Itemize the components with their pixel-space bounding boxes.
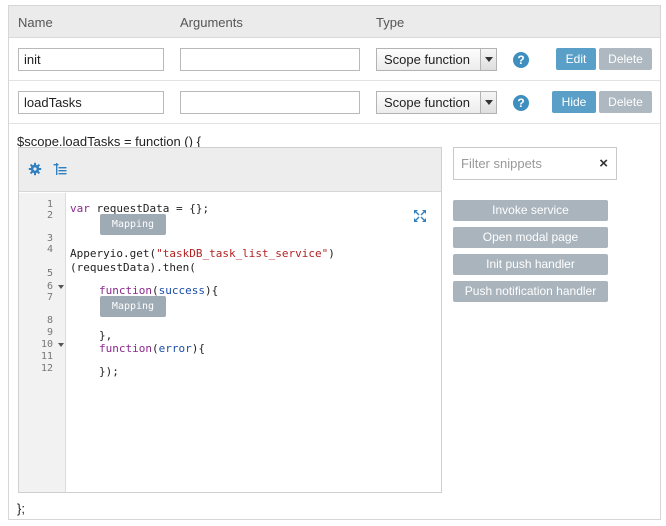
code-editor[interactable]: 1 2 3 4 5 6 7 8 9 10 11 12 var requestDa… [18, 147, 442, 493]
code-text: ( [151, 342, 159, 355]
function-arguments-input[interactable] [180, 48, 360, 71]
code-param: success [158, 284, 205, 297]
line-number: 4 [46, 244, 53, 255]
code-text: Apperyio.get( [70, 247, 157, 260]
line-number: 5 [46, 268, 53, 279]
line-number: 10 [40, 339, 53, 350]
function-type-select[interactable]: Scope function [376, 48, 497, 71]
code-line-10: function(error){ [99, 342, 205, 355]
code-text: ) [328, 247, 335, 260]
functions-panel: Name Arguments Type Scope function ? Edi… [8, 5, 661, 520]
hide-button[interactable]: Hide [552, 91, 596, 113]
code-keyword: function [99, 342, 152, 355]
code-param: error [158, 342, 192, 355]
function-type-select[interactable]: Scope function [376, 91, 497, 114]
delete-button[interactable]: Delete [599, 48, 652, 70]
function-arguments-input[interactable] [180, 91, 360, 114]
function-closing-brace: }; [17, 501, 25, 516]
line-number: 8 [46, 315, 53, 326]
help-icon[interactable]: ? [513, 52, 529, 68]
fold-arrow-icon[interactable] [58, 343, 64, 347]
delete-button[interactable]: Delete [599, 91, 652, 113]
line-number: 6 [46, 281, 53, 292]
line-number: 3 [46, 233, 53, 244]
mapping-button[interactable]: Mapping [100, 296, 166, 317]
function-row-init: Scope function ? Edit Delete [9, 39, 660, 81]
line-number: 9 [46, 327, 53, 338]
code-line-4-wrap: (requestData).then( [70, 261, 196, 274]
snippet-open-modal-page[interactable]: Open modal page [453, 227, 608, 248]
function-name-input[interactable] [18, 91, 164, 114]
header-type: Type [376, 15, 405, 30]
snippet-push-notification-handler[interactable]: Push notification handler [453, 281, 608, 302]
line-number: 11 [40, 351, 53, 362]
help-icon[interactable]: ? [513, 95, 529, 111]
expand-icon[interactable] [414, 210, 426, 222]
header-name: Name [18, 15, 53, 30]
line-number: 12 [40, 363, 53, 374]
code-text: ){ [204, 284, 219, 297]
function-name-input[interactable] [18, 48, 164, 71]
snippet-init-push-handler[interactable]: Init push handler [453, 254, 608, 275]
line-number: 2 [46, 210, 53, 221]
dropdown-arrow-icon [480, 49, 496, 70]
fold-arrow-icon[interactable] [58, 285, 64, 289]
snippet-invoke-service[interactable]: Invoke service [453, 200, 608, 221]
function-type-value: Scope function [384, 52, 471, 67]
filter-snippets-input[interactable] [455, 149, 590, 178]
clear-icon[interactable]: × [599, 155, 608, 172]
gear-icon[interactable] [28, 162, 42, 176]
function-type-value: Scope function [384, 95, 471, 110]
code-line-9: }, [99, 329, 113, 342]
code-line-4: Apperyio.get("taskDB_task_list_service") [70, 247, 335, 260]
line-number: 1 [46, 199, 53, 210]
code-line-12: }); [99, 365, 119, 378]
table-header: Name Arguments Type [9, 6, 660, 38]
editor-toolbar [19, 148, 441, 192]
header-arguments: Arguments [180, 15, 243, 30]
code-text: ){ [191, 342, 205, 355]
mapping-button[interactable]: Mapping [100, 214, 166, 235]
filter-snippets-box: × [453, 147, 617, 180]
line-number-gutter: 1 2 3 4 5 6 7 8 9 10 11 12 [19, 193, 66, 492]
indent-icon[interactable] [53, 162, 67, 176]
code-string: "taskDB_task_list_service" [156, 247, 329, 260]
dropdown-arrow-icon [480, 92, 496, 113]
code-keyword: var [70, 202, 90, 215]
edit-button[interactable]: Edit [556, 48, 596, 70]
line-number: 7 [46, 292, 53, 303]
function-row-loadtasks: Scope function ? Hide Delete [9, 82, 660, 124]
